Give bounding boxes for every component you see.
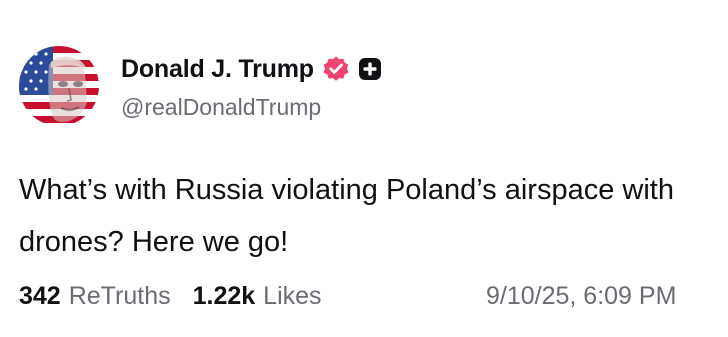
retruths-label[interactable]: ReTruths [69, 282, 171, 311]
avatar[interactable] [19, 46, 99, 126]
author-name-row: Donald J. Trump [121, 52, 382, 86]
post-text: What’s with Russia violating Poland’s ai… [19, 174, 674, 258]
plus-badge-icon [358, 57, 382, 81]
verified-badge-icon [322, 55, 350, 83]
flag-portrait-avatar-icon [19, 46, 99, 126]
truth-post: Donald J. Trump @realDonaldTrump What’s … [0, 0, 728, 337]
likes-count[interactable]: 1.22k [193, 282, 256, 311]
post-stats: 342 ReTruths 1.22k Likes [19, 282, 322, 311]
likes-label[interactable]: Likes [263, 282, 321, 311]
retruths-count[interactable]: 342 [19, 282, 61, 311]
author-handle[interactable]: @realDonaldTrump [121, 94, 321, 121]
author-display-name[interactable]: Donald J. Trump [121, 55, 314, 84]
post-timestamp[interactable]: 9/10/25, 6:09 PM [486, 282, 676, 311]
